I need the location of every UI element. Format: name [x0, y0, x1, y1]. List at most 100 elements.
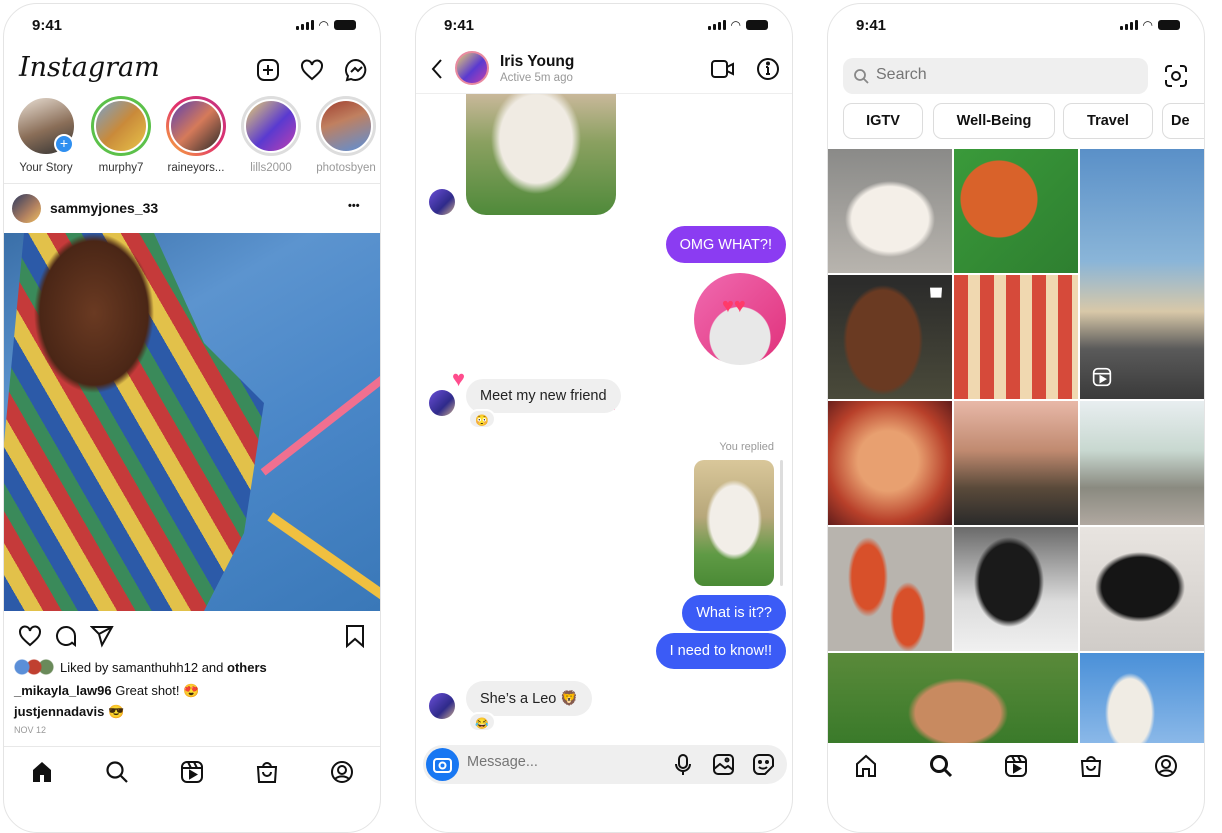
- new-post-icon[interactable]: [256, 58, 280, 82]
- message-outgoing: OMG WHAT?!: [665, 226, 786, 263]
- reels-icon[interactable]: [1004, 754, 1028, 778]
- explore-screen: 9:41 ◠ IGTV Well-Being Travel De: [827, 3, 1205, 833]
- reels-icon[interactable]: [180, 760, 204, 784]
- explore-tile-dancers-reel[interactable]: [1080, 149, 1204, 399]
- explore-tile-goat[interactable]: [1080, 653, 1204, 743]
- comment-icon[interactable]: [54, 624, 78, 648]
- message-reaction[interactable]: 😂: [468, 712, 496, 732]
- liked-by-user[interactable]: samanthuhh12: [112, 660, 198, 675]
- gallery-icon[interactable]: [713, 754, 734, 775]
- back-icon[interactable]: [430, 58, 444, 80]
- comment: justjennadavis 😎: [14, 704, 124, 720]
- sticker-heart-eyes: ♥♥: [694, 273, 786, 365]
- post-more-button[interactable]: •••: [348, 200, 360, 212]
- contact-name[interactable]: Iris Young: [500, 53, 574, 71]
- share-icon[interactable]: [90, 624, 114, 648]
- like-icon[interactable]: [18, 624, 42, 648]
- explore-tile-dog-snow[interactable]: [954, 527, 1078, 651]
- explore-tile-black-dog[interactable]: [1080, 527, 1204, 651]
- microphone-icon[interactable]: [675, 754, 691, 776]
- battery-icon: [334, 20, 356, 30]
- contact-avatar[interactable]: [455, 51, 489, 85]
- profile-icon[interactable]: [1154, 754, 1178, 778]
- story-label: murphy7: [98, 162, 144, 174]
- story-label: photosbyen: [316, 162, 376, 174]
- instagram-logo: Instagram: [19, 52, 160, 83]
- chip-well-being[interactable]: Well-Being: [933, 103, 1055, 139]
- post-author-username[interactable]: sammyjones_33: [50, 200, 158, 216]
- comment-user[interactable]: _mikayla_law96: [14, 683, 112, 698]
- explore-tile-stripes[interactable]: [954, 275, 1078, 399]
- explore-tile-portrait[interactable]: [828, 275, 952, 399]
- search-input[interactable]: [876, 66, 1126, 84]
- chip-design[interactable]: De: [1162, 103, 1204, 139]
- explore-tile-grass-laugh[interactable]: [828, 653, 1078, 743]
- contact-status: Active 5m ago: [500, 72, 573, 84]
- sender-avatar: [429, 693, 455, 719]
- story-label: lills2000: [250, 162, 292, 174]
- photo-stripe: [267, 512, 380, 624]
- search-icon[interactable]: [105, 760, 129, 784]
- info-icon[interactable]: [756, 57, 780, 81]
- status-icons: ◠: [707, 18, 768, 32]
- story-murphy7[interactable]: murphy7: [89, 96, 153, 174]
- post-image[interactable]: [4, 233, 380, 624]
- add-story-icon[interactable]: +: [54, 134, 74, 154]
- explore-tile-basketball[interactable]: [954, 149, 1078, 273]
- liked-by-text[interactable]: Liked by samanthuhh12 and others: [60, 660, 267, 675]
- sender-avatar: [429, 390, 455, 416]
- explore-tile-skateboard[interactable]: [1080, 401, 1204, 525]
- sticker-icon[interactable]: [753, 754, 774, 775]
- liked-by-avatars: [14, 659, 56, 675]
- status-time: 9:41: [856, 17, 887, 34]
- battery-icon: [746, 20, 768, 30]
- story-your-story[interactable]: + Your Story: [14, 96, 78, 174]
- story-lills2000[interactable]: lills2000: [239, 96, 303, 174]
- home-icon[interactable]: [854, 754, 878, 778]
- video-call-icon[interactable]: [711, 59, 735, 79]
- chip-igtv[interactable]: IGTV: [843, 103, 923, 139]
- story-label: raineyors...: [167, 162, 225, 174]
- liked-by-others[interactable]: others: [227, 660, 267, 675]
- bottom-nav: [828, 754, 1204, 778]
- reply-bar: [780, 460, 783, 586]
- explore-tile-dog[interactable]: [828, 149, 952, 273]
- heart-icon[interactable]: [300, 58, 324, 82]
- camera-button[interactable]: [426, 748, 459, 781]
- replied-label: You replied: [719, 441, 774, 453]
- message-reaction[interactable]: 😳: [468, 409, 496, 429]
- signal-icon: [1119, 20, 1138, 30]
- post-author-avatar[interactable]: [12, 194, 41, 223]
- comment-text: 😎: [107, 704, 125, 719]
- floating-hearts: ♥: [452, 366, 466, 391]
- bookmark-icon[interactable]: [344, 624, 366, 648]
- status-icons: ◠: [295, 18, 356, 32]
- profile-icon[interactable]: [330, 760, 354, 784]
- search-bar[interactable]: [843, 58, 1148, 94]
- comment-user[interactable]: justjennadavis: [14, 704, 104, 719]
- message-incoming: She’s a Leo 🦁: [466, 681, 593, 716]
- signal-icon: [707, 20, 726, 30]
- search-icon[interactable]: [929, 754, 953, 778]
- message-input[interactable]: [467, 754, 617, 770]
- liked-by-and: and: [201, 660, 224, 675]
- signal-icon: [295, 20, 314, 30]
- search-icon: [854, 69, 869, 84]
- shopping-bag-icon: [930, 287, 942, 298]
- chip-travel[interactable]: Travel: [1063, 103, 1153, 139]
- scan-icon[interactable]: [1164, 64, 1188, 88]
- explore-tile-ice-cream[interactable]: [954, 401, 1078, 525]
- explore-tile-peace-sign[interactable]: [828, 401, 952, 525]
- story-photosbyen[interactable]: photosbyen: [314, 96, 378, 174]
- shop-icon[interactable]: [1079, 754, 1103, 778]
- status-icons: ◠: [1119, 18, 1180, 32]
- story-raineyors[interactable]: raineyors...: [164, 96, 228, 174]
- explore-tile-koi[interactable]: [828, 527, 952, 651]
- replied-photo[interactable]: [694, 460, 774, 586]
- shared-photo-puppy[interactable]: [466, 94, 616, 215]
- home-icon[interactable]: [30, 760, 54, 784]
- shop-icon[interactable]: [255, 760, 279, 784]
- divider: [4, 183, 380, 184]
- messenger-icon[interactable]: [344, 58, 368, 82]
- message-outgoing: I need to know!!: [655, 633, 786, 669]
